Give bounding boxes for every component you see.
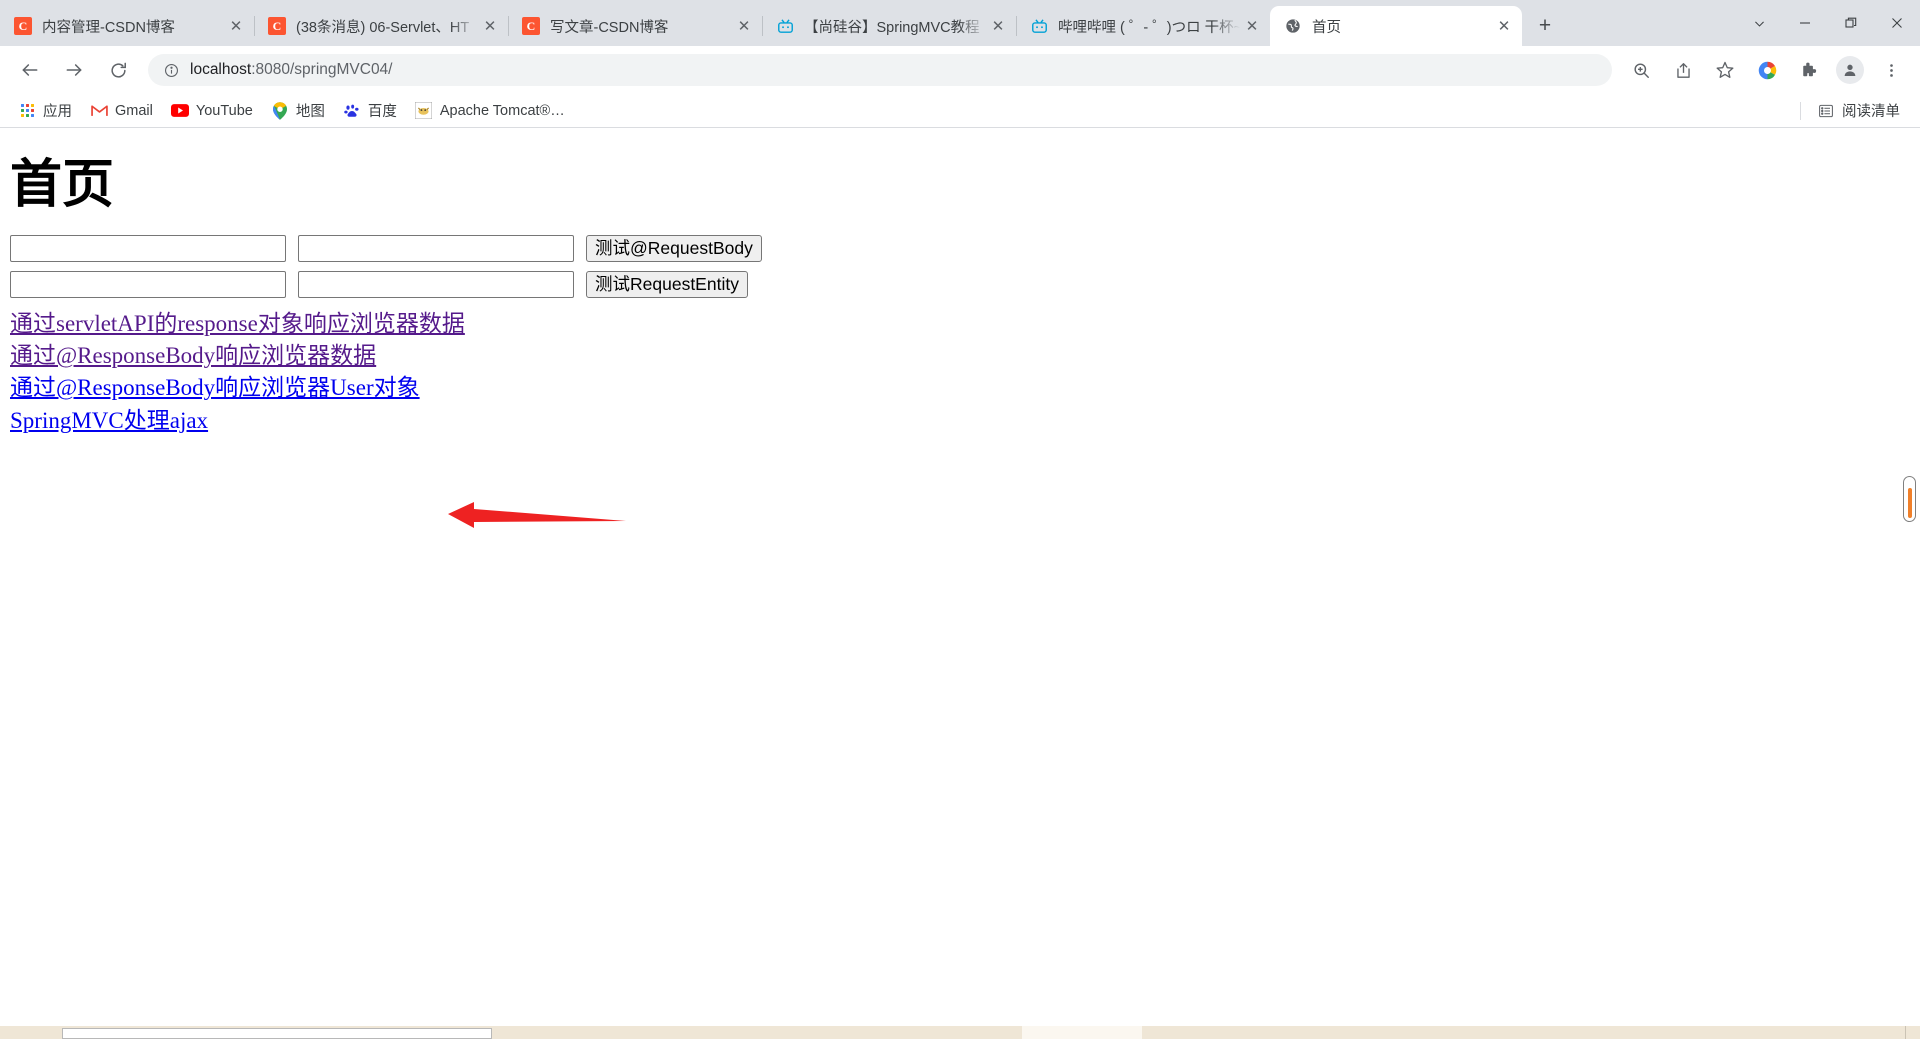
tab-close-icon[interactable]: ✕ bbox=[478, 14, 502, 38]
browser-tab-0[interactable]: C 内容管理-CSDN博客 ✕ bbox=[0, 6, 254, 46]
page-links-list: 通过servletAPI的response对象响应浏览器数据 通过@Respon… bbox=[10, 310, 1910, 434]
test-request-body-button[interactable]: 测试@RequestBody bbox=[586, 235, 762, 263]
tab-close-icon[interactable]: ✕ bbox=[986, 14, 1010, 38]
request-body-form-row: 测试@RequestBody bbox=[10, 235, 1910, 263]
csdn-icon: C bbox=[268, 17, 286, 35]
bookmark-gmail[interactable]: Gmail bbox=[82, 98, 161, 124]
window-close-button[interactable] bbox=[1874, 7, 1920, 39]
taskbar-divider bbox=[1905, 1026, 1906, 1039]
zoom-icon[interactable] bbox=[1624, 53, 1658, 87]
bookmark-label: Gmail bbox=[115, 102, 153, 119]
address-bar-url: localhost:8080/springMVC04/ bbox=[190, 61, 393, 79]
profile-avatar[interactable] bbox=[1836, 56, 1864, 84]
url-host: localhost bbox=[190, 61, 252, 78]
link-springmvc-ajax[interactable]: SpringMVC处理ajax bbox=[10, 407, 208, 434]
bookmark-maps[interactable]: 地图 bbox=[263, 98, 333, 124]
tab-title: 首页 bbox=[1312, 19, 1341, 36]
new-tab-button[interactable]: + bbox=[1528, 9, 1562, 43]
bookmark-baidu[interactable]: 百度 bbox=[335, 98, 405, 124]
web-page-viewport: 首页 测试@RequestBody 测试RequestEntity 通过serv… bbox=[0, 128, 1920, 1026]
browser-tab-1[interactable]: C (38条消息) 06-Servlet、HT ✕ bbox=[254, 6, 508, 46]
tab-close-icon[interactable]: ✕ bbox=[732, 14, 756, 38]
red-annotation-arrow bbox=[448, 502, 626, 528]
extensions-puzzle-icon[interactable] bbox=[1792, 53, 1826, 87]
tomcat-icon bbox=[415, 102, 433, 120]
bilibili-icon bbox=[776, 17, 794, 35]
chrome-menu-icon[interactable] bbox=[1874, 53, 1908, 87]
google-account-icon[interactable] bbox=[1750, 53, 1784, 87]
browser-toolbar: localhost:8080/springMVC04/ bbox=[0, 46, 1920, 94]
scroll-position-marker[interactable] bbox=[1903, 476, 1916, 522]
reading-list-label: 阅读清单 bbox=[1842, 104, 1900, 120]
link-servlet-api-response[interactable]: 通过servletAPI的response对象响应浏览器数据 bbox=[10, 310, 465, 337]
tab-search-chevron-down-icon[interactable] bbox=[1736, 0, 1782, 46]
tab-title: 写文章-CSDN博客 bbox=[550, 19, 669, 36]
taskbar-window-preview[interactable] bbox=[62, 1028, 492, 1039]
reading-list-button[interactable]: 阅读清单 bbox=[1809, 98, 1908, 124]
window-minimize-button[interactable] bbox=[1782, 7, 1828, 39]
window-restore-button[interactable] bbox=[1828, 7, 1874, 39]
scroll-marker-thumb bbox=[1907, 488, 1912, 518]
tab-close-icon[interactable]: ✕ bbox=[1240, 14, 1264, 38]
window-controls bbox=[1736, 0, 1920, 46]
test-request-entity-button[interactable]: 测试RequestEntity bbox=[586, 271, 748, 299]
csdn-icon: C bbox=[522, 17, 540, 35]
os-taskbar bbox=[0, 1026, 1920, 1039]
youtube-icon bbox=[170, 102, 189, 120]
reading-list-icon bbox=[1817, 102, 1835, 120]
back-arrow-icon[interactable] bbox=[13, 53, 47, 87]
bookmarks-divider bbox=[1800, 101, 1801, 120]
browser-tab-2[interactable]: C 写文章-CSDN博客 ✕ bbox=[508, 6, 762, 46]
globe-icon bbox=[1284, 17, 1302, 35]
share-icon[interactable] bbox=[1666, 53, 1700, 87]
tab-title: 内容管理-CSDN博客 bbox=[42, 19, 175, 36]
forward-arrow-icon[interactable] bbox=[57, 53, 91, 87]
page-title: 首页 bbox=[10, 157, 115, 214]
apps-grid-icon bbox=[18, 102, 36, 120]
site-info-icon[interactable] bbox=[162, 61, 180, 79]
csdn-icon: C bbox=[14, 17, 32, 35]
request-entity-field-2[interactable] bbox=[298, 271, 574, 299]
browser-tab-strip: C 内容管理-CSDN博客 ✕ C (38条消息) 06-Servlet、HT … bbox=[0, 0, 1920, 46]
browser-tab-3[interactable]: 【尚硅谷】SpringMVC教程 ✕ bbox=[762, 6, 1016, 46]
request-body-field-1[interactable] bbox=[10, 235, 286, 263]
taskbar-highlight-region bbox=[1022, 1026, 1142, 1039]
bookmark-label: Apache Tomcat®… bbox=[439, 102, 565, 119]
bookmark-youtube[interactable]: YouTube bbox=[163, 98, 261, 124]
address-bar[interactable]: localhost:8080/springMVC04/ bbox=[148, 54, 1612, 86]
tab-close-icon[interactable]: ✕ bbox=[1492, 14, 1516, 38]
bookmark-label: YouTube bbox=[195, 102, 253, 119]
link-responsebody-data[interactable]: 通过@ResponseBody响应浏览器数据 bbox=[10, 342, 376, 369]
reload-icon[interactable] bbox=[101, 53, 135, 87]
bilibili-icon bbox=[1030, 17, 1048, 35]
toolbar-actions bbox=[1620, 53, 1912, 87]
request-entity-form-row: 测试RequestEntity bbox=[10, 271, 1910, 299]
link-responsebody-user-object[interactable]: 通过@ResponseBody响应浏览器User对象 bbox=[10, 374, 420, 401]
browser-tab-4[interactable]: 哔哩哔哩 ( ゜- ゜)つロ 干杯~ ✕ bbox=[1016, 6, 1270, 46]
bookmark-apps[interactable]: 应用 bbox=[10, 98, 80, 124]
request-entity-field-1[interactable] bbox=[10, 271, 286, 299]
tab-title: 哔哩哔哩 ( ゜- ゜)つロ 干杯~ bbox=[1058, 19, 1240, 36]
bookmarks-bar: 应用 Gmail YouTube 地图 百度 Apache Tomcat®… 阅… bbox=[0, 94, 1920, 128]
bookmark-label: 百度 bbox=[367, 104, 397, 120]
tab-title: 【尚硅谷】SpringMVC教程 bbox=[804, 19, 980, 36]
maps-pin-icon bbox=[271, 101, 289, 120]
bookmarks-bar-right: 阅读清单 bbox=[1792, 98, 1910, 124]
bookmark-label: 应用 bbox=[43, 104, 72, 120]
baidu-icon bbox=[343, 102, 361, 120]
bookmark-star-icon[interactable] bbox=[1708, 53, 1742, 87]
tabs-container: C 内容管理-CSDN博客 ✕ C (38条消息) 06-Servlet、HT … bbox=[0, 0, 1562, 46]
browser-tab-5-active[interactable]: 首页 ✕ bbox=[1270, 6, 1522, 46]
tab-close-icon[interactable]: ✕ bbox=[224, 14, 248, 38]
gmail-icon bbox=[90, 102, 108, 120]
bookmark-tomcat[interactable]: Apache Tomcat®… bbox=[407, 98, 573, 124]
page-content: 首页 测试@RequestBody 测试RequestEntity 通过serv… bbox=[0, 128, 1920, 434]
tab-title: (38条消息) 06-Servlet、HT bbox=[296, 19, 470, 36]
request-body-field-2[interactable] bbox=[298, 235, 574, 263]
bookmark-label: 地图 bbox=[295, 104, 325, 120]
url-path: :8080/springMVC04/ bbox=[251, 61, 393, 78]
